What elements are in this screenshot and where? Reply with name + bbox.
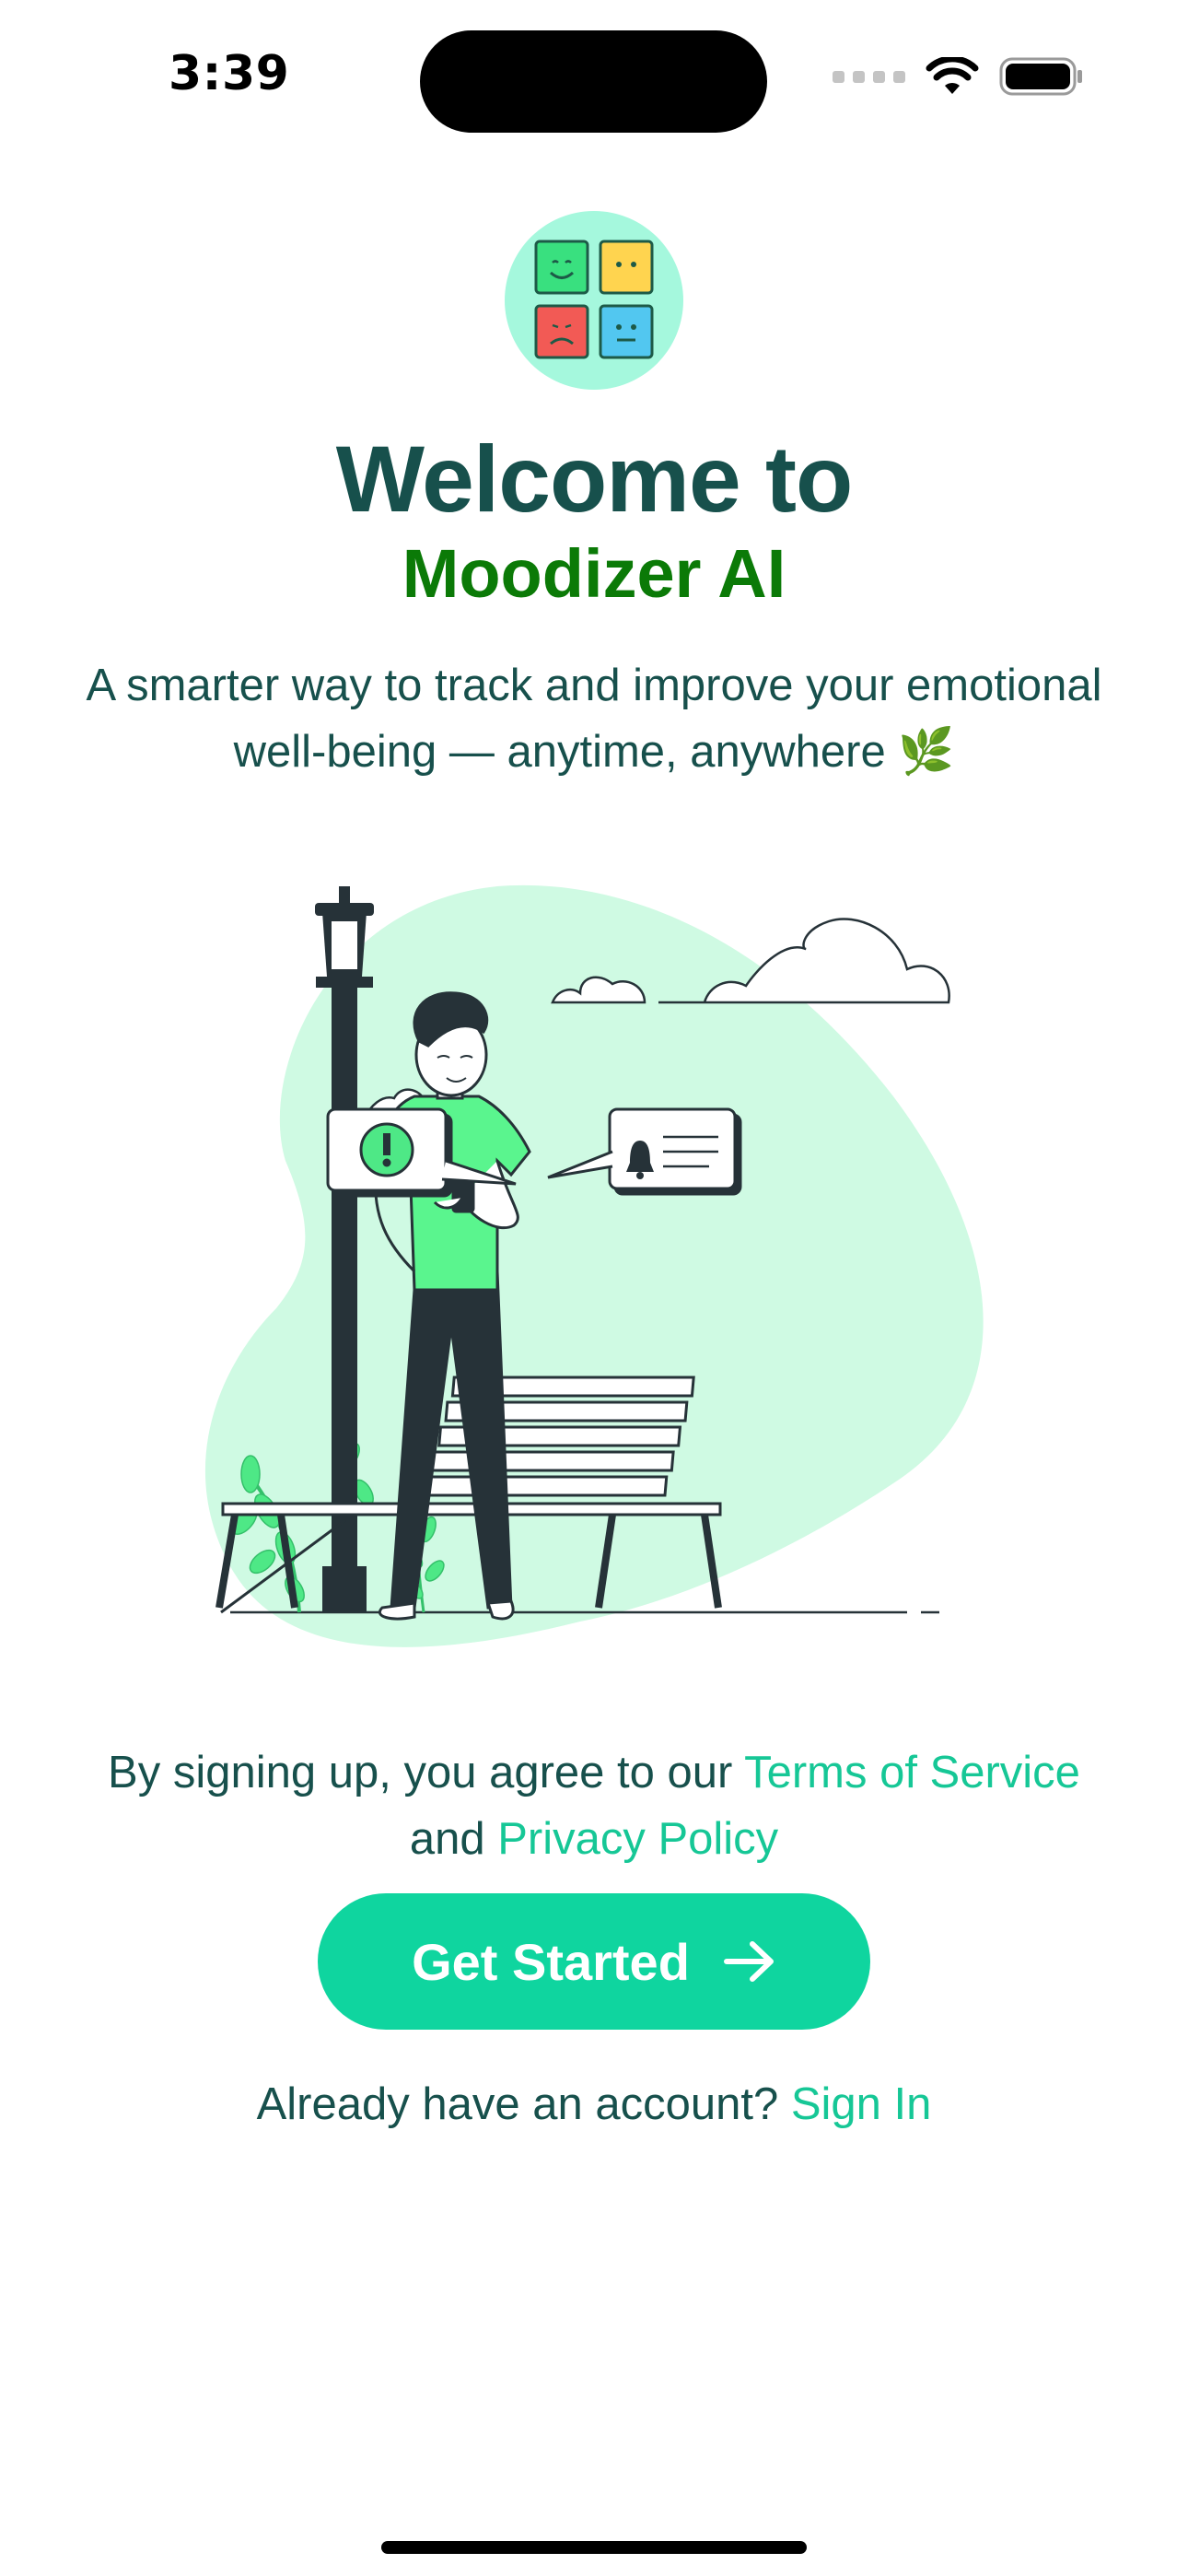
- app-name: Moodizer AI: [402, 535, 786, 612]
- status-time: 3:39: [169, 46, 290, 101]
- app-logo: [505, 211, 683, 390]
- terms-of-service-link[interactable]: Terms of Service: [744, 1748, 1080, 1797]
- terms-line-2: and Privacy Policy: [0, 1806, 1188, 1872]
- terms-prefix: By signing up, you agree to our: [108, 1748, 745, 1797]
- status-icons: [833, 57, 1084, 96]
- terms-line-1: By signing up, you agree to our Terms of…: [0, 1739, 1188, 1806]
- cellular-signal-icon: [833, 70, 905, 83]
- welcome-subtitle: A smarter way to track and improve your …: [0, 652, 1188, 785]
- subtitle-line-2: well-being — anytime, anywhere 🌿: [233, 727, 955, 777]
- privacy-policy-link[interactable]: Privacy Policy: [497, 1814, 778, 1864]
- mood-grid-icon: [534, 240, 654, 359]
- terms-text: By signing up, you agree to our Terms of…: [0, 1739, 1188, 1872]
- battery-icon: [999, 57, 1082, 96]
- signin-prompt: Already have an account?: [256, 2079, 791, 2129]
- signin-row: Already have an account? Sign In: [0, 2071, 1188, 2137]
- home-indicator[interactable]: [381, 2541, 807, 2554]
- person-with-phone-on-park-bench-illustration: [204, 884, 984, 1647]
- dynamic-island: [420, 30, 767, 133]
- subtitle-line-1: A smarter way to track and improve your …: [86, 661, 1102, 710]
- get-started-button[interactable]: Get Started: [318, 1893, 870, 2030]
- arrow-right-icon: [723, 1941, 774, 1982]
- terms-middle: and: [409, 1814, 498, 1864]
- get-started-label: Get Started: [412, 1932, 690, 1991]
- sign-in-link[interactable]: Sign In: [791, 2079, 932, 2129]
- welcome-title: Welcome to: [335, 427, 854, 532]
- wifi-icon: [926, 57, 979, 94]
